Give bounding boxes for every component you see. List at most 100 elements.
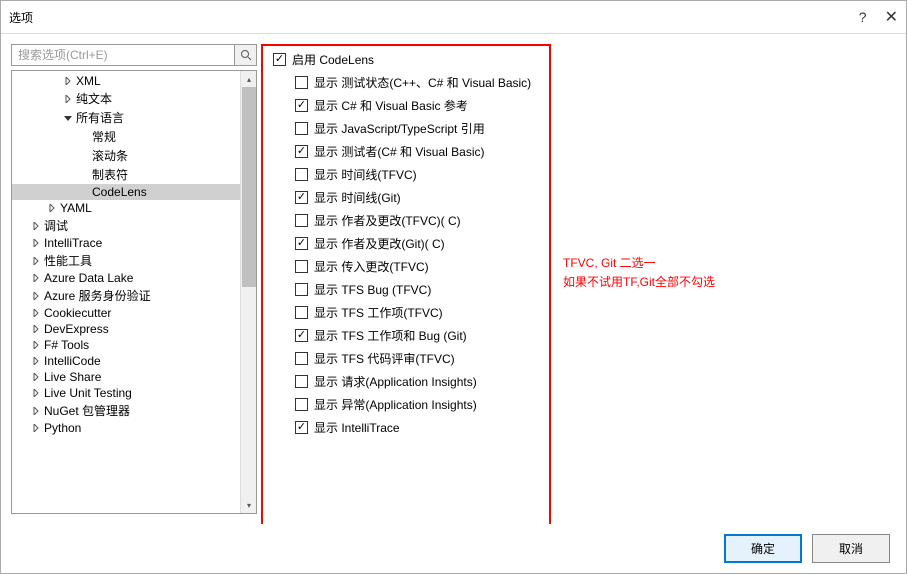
chevron-right-icon[interactable] (30, 339, 42, 351)
tree-item[interactable]: 滚动条 (12, 146, 256, 165)
tree-item[interactable]: 所有语言 (12, 108, 256, 127)
option-checkbox[interactable] (295, 352, 308, 365)
option-checkbox[interactable] (295, 191, 308, 204)
close-button[interactable]: ✕ (885, 7, 898, 27)
tree-item-label: YAML (60, 201, 92, 215)
search-icon (240, 49, 252, 61)
scroll-down-arrow[interactable]: ▾ (241, 497, 257, 513)
option-row: 显示 C# 和 Visual Basic 参考 (273, 94, 888, 117)
option-label: 显示 C# 和 Visual Basic 参考 (314, 97, 468, 114)
tree-item[interactable]: 常规 (12, 127, 256, 146)
tree-item[interactable]: XML (12, 73, 256, 89)
tree-item[interactable]: 制表符 (12, 165, 256, 184)
tree-item[interactable]: IntelliTrace (12, 235, 256, 251)
chevron-right-icon[interactable] (30, 355, 42, 367)
chevron-right-icon[interactable] (30, 387, 42, 399)
option-checkbox[interactable] (295, 398, 308, 411)
option-checkbox[interactable] (295, 168, 308, 181)
scroll-up-arrow[interactable]: ▴ (241, 71, 257, 87)
options-dialog: 选项 ? ✕ XML纯文本所有语言常规滚动条制表符CodeLensYAML 调试 I… (0, 0, 907, 574)
tree-item-label: IntelliTrace (44, 236, 102, 250)
option-checkbox[interactable] (295, 145, 308, 158)
option-checkbox[interactable] (295, 76, 308, 89)
chevron-right-icon[interactable] (30, 237, 42, 249)
tree-item-label: IntelliCode (44, 354, 101, 368)
tree-item[interactable]: Azure 服务身份验证 (12, 286, 256, 305)
tree-item[interactable]: IntelliCode (12, 353, 256, 369)
option-checkbox[interactable] (295, 306, 308, 319)
search-row (11, 44, 257, 66)
scrollbar[interactable]: ▴ ▾ (240, 71, 256, 513)
chevron-right-icon[interactable] (62, 75, 74, 87)
tree-spacer (78, 169, 90, 181)
ok-button[interactable]: 确定 (724, 534, 802, 563)
search-button[interactable] (235, 44, 257, 66)
tree-item[interactable]: 调试 (12, 216, 256, 235)
tree-item-label: 性能工具 (44, 252, 92, 269)
tree-item-label: F# Tools (44, 338, 89, 352)
option-label: 显示 时间线(Git) (314, 189, 401, 206)
option-checkbox[interactable] (295, 122, 308, 135)
option-checkbox[interactable] (295, 260, 308, 273)
scroll-thumb[interactable] (242, 87, 256, 287)
chevron-right-icon[interactable] (30, 405, 42, 417)
tree-item[interactable]: Cookiecutter (12, 305, 256, 321)
chevron-right-icon[interactable] (30, 220, 42, 232)
option-label: 显示 TFS 代码评审(TFVC) (314, 350, 455, 367)
option-checkbox[interactable] (295, 329, 308, 342)
tree-item[interactable]: Azure Data Lake (12, 270, 256, 286)
tree-spacer (78, 131, 90, 143)
option-label: 显示 TFS 工作项(TFVC) (314, 304, 443, 321)
chevron-right-icon[interactable] (30, 371, 42, 383)
option-checkbox[interactable] (295, 421, 308, 434)
enable-codelens-checkbox[interactable] (273, 53, 286, 66)
tree-item-label: 调试 (44, 217, 68, 234)
tree-item[interactable]: F# Tools (12, 337, 256, 353)
option-checkbox[interactable] (295, 99, 308, 112)
chevron-right-icon[interactable] (30, 255, 42, 267)
window-title: 选项 (9, 9, 33, 26)
tree-item-label: Python (44, 421, 81, 435)
search-input[interactable] (11, 44, 235, 66)
chevron-right-icon[interactable] (30, 422, 42, 434)
tree-item-label: Azure 服务身份验证 (44, 287, 151, 304)
tree-item[interactable]: NuGet 包管理器 (12, 401, 256, 420)
tree-item-label: Live Share (44, 370, 101, 384)
option-checkbox[interactable] (295, 283, 308, 296)
chevron-right-icon[interactable] (30, 272, 42, 284)
chevron-right-icon[interactable] (62, 93, 74, 105)
tree-item[interactable]: DevExpress (12, 321, 256, 337)
right-panel: TFVC, Git 二选一 如果不试用TF,Git全部不勾选 启用 CodeLe… (265, 44, 896, 514)
tree-item[interactable]: 纯文本 (12, 89, 256, 108)
tree-item[interactable]: CodeLens (12, 184, 256, 200)
option-label: 显示 请求(Application Insights) (314, 373, 477, 390)
chevron-down-icon[interactable] (62, 112, 74, 124)
chevron-right-icon[interactable] (46, 202, 58, 214)
tree-item[interactable]: YAML (12, 200, 256, 216)
option-checkbox[interactable] (295, 214, 308, 227)
option-row: 显示 JavaScript/TypeScript 引用 (273, 117, 888, 140)
option-checkbox[interactable] (295, 375, 308, 388)
chevron-right-icon[interactable] (30, 323, 42, 335)
chevron-right-icon[interactable] (30, 290, 42, 302)
option-row: 显示 TFS 代码评审(TFVC) (273, 347, 888, 370)
tree-item[interactable]: Live Share (12, 369, 256, 385)
option-row: 显示 时间线(Git) (273, 186, 888, 209)
option-row: 显示 测试者(C# 和 Visual Basic) (273, 140, 888, 163)
option-label: 显示 作者及更改(Git)( C) (314, 235, 445, 252)
tree-spacer (78, 186, 90, 198)
option-label: 显示 测试状态(C++、C# 和 Visual Basic) (314, 74, 531, 91)
help-button[interactable]: ? (859, 9, 867, 25)
chevron-right-icon[interactable] (30, 307, 42, 319)
option-row: 显示 作者及更改(Git)( C) (273, 232, 888, 255)
option-label: 显示 作者及更改(TFVC)( C) (314, 212, 461, 229)
option-label: 显示 IntelliTrace (314, 419, 400, 436)
option-label: 显示 异常(Application Insights) (314, 396, 477, 413)
tree-item[interactable]: Live Unit Testing (12, 385, 256, 401)
option-row: 显示 TFS 工作项(TFVC) (273, 301, 888, 324)
tree-item[interactable]: 性能工具 (12, 251, 256, 270)
option-checkbox[interactable] (295, 237, 308, 250)
tree-item[interactable]: Python (12, 420, 256, 436)
option-row: 显示 测试状态(C++、C# 和 Visual Basic) (273, 71, 888, 94)
cancel-button[interactable]: 取消 (812, 534, 890, 563)
